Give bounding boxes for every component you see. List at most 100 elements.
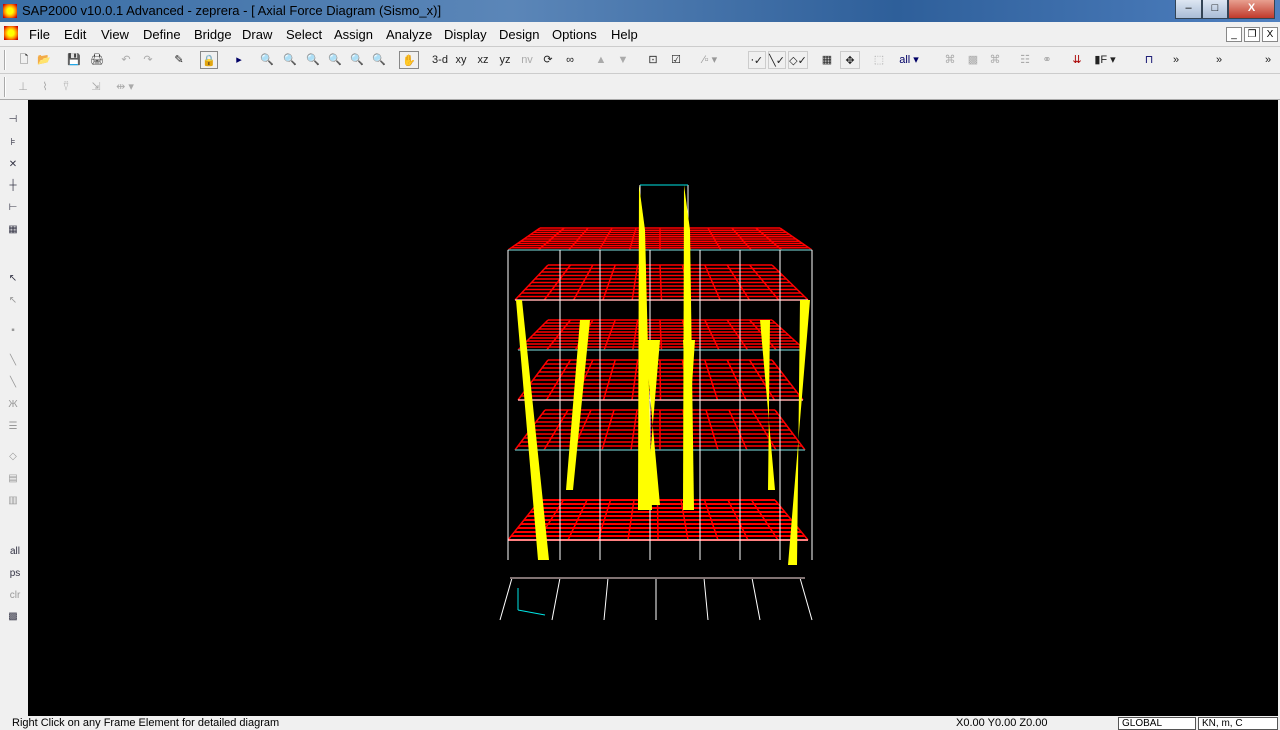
clear-selection-button[interactable]: clr [5,590,25,604]
zoom-out-icon[interactable]: 🔍 [348,51,366,69]
joint-load-icon[interactable]: ⇲ [86,78,106,96]
area-check-icon[interactable]: ◇✓ [788,51,808,69]
undo-icon[interactable]: ↶ [118,51,134,69]
pan-hand-icon[interactable]: ✋ [399,51,419,69]
view-yz-button[interactable]: yz [497,51,513,69]
pointer-icon[interactable]: ↖ [5,273,21,287]
poly-area-icon[interactable]: ◇ [5,451,21,465]
load-icon-5[interactable]: ⚭ [1038,51,1056,69]
run-analysis-icon[interactable]: ▸ [232,51,246,69]
down-arrow-icon[interactable]: ▼ [616,51,630,69]
coord-system-select[interactable]: GLOBAL [1118,717,1196,730]
draw-frame-icon[interactable]: ✕ [5,159,21,173]
maximize-button[interactable]: □ [1202,0,1228,19]
intersecting-line-icon[interactable]: ▩ [5,611,21,625]
load-icon-1[interactable]: ⌘ [940,51,960,69]
select-icon[interactable]: ⬚ [870,51,888,69]
toolbar-overflow-2[interactable]: » [1213,51,1225,69]
frame-check-icon[interactable]: ╲✓ [768,51,786,69]
base-column[interactable] [799,577,813,621]
model-view-canvas[interactable] [28,100,1278,716]
base-column[interactable] [751,577,761,621]
frame-release-icon[interactable]: ⇹ ▾ [110,78,140,96]
pan-zoom-icon[interactable]: 🔍 [370,51,388,69]
units-select[interactable]: KN, m, C [1198,717,1278,730]
shrink-objects-icon[interactable]: ⁄▫ ▾ [696,51,724,69]
joint-mass-icon[interactable]: ⍢ [58,78,74,96]
menu-display[interactable]: Display [444,27,487,42]
draw-tendon-icon[interactable]: ⊢ [5,202,21,216]
show-all-icon[interactable]: ⊡ [644,51,662,69]
menu-options[interactable]: Options [552,27,597,42]
zoom-previous-icon[interactable]: 🔍 [304,51,322,69]
pencil-icon[interactable]: ✎ [171,51,187,69]
minimize-button[interactable]: – [1175,0,1202,19]
menu-define[interactable]: Define [143,27,181,42]
zoom-restore-icon[interactable]: 🔍 [281,51,299,69]
zoom-in-icon[interactable]: 🔍 [326,51,344,69]
mdi-restore-button[interactable]: ❐ [1244,27,1260,42]
beam-diagram-line[interactable] [659,319,663,351]
axes-icon[interactable]: ✥ [840,51,860,69]
menu-view[interactable]: View [101,27,129,42]
redo-icon[interactable]: ↷ [140,51,156,69]
print-icon[interactable]: 🖨 [88,51,106,69]
menu-file[interactable]: File [29,27,50,42]
beam-diagram-line[interactable] [659,264,663,301]
frame-line-icon[interactable]: ╲ [5,355,21,369]
lock-icon[interactable]: 🔒 [200,51,218,69]
grid-icon[interactable]: ▦ [818,51,836,69]
base-column[interactable] [499,577,513,621]
menu-analyze[interactable]: Analyze [386,27,432,42]
draw-area-icon[interactable]: ▦ [5,224,21,238]
menu-assign[interactable]: Assign [334,27,373,42]
toolbar-overflow-3[interactable]: » [1262,51,1274,69]
close-button[interactable]: X [1228,0,1275,19]
view-nv-button[interactable]: nv [519,51,535,69]
open-folder-icon[interactable]: 📂 [36,51,52,69]
beam-diagram-line[interactable] [656,499,659,541]
menu-draw[interactable]: Draw [242,27,272,42]
menu-help[interactable]: Help [611,27,638,42]
special-joint-icon[interactable]: ▪ [5,325,21,339]
mdi-minimize-button[interactable]: _ [1226,27,1242,42]
base-column[interactable] [551,577,561,621]
menu-select[interactable]: Select [286,27,322,42]
axis-x[interactable] [517,609,546,616]
quick-area-icon[interactable]: ▥ [5,495,21,509]
reshape-icon[interactable]: ⊣ [5,114,21,128]
up-arrow-icon[interactable]: ▲ [594,51,608,69]
draw-cable-icon[interactable]: ┼ [5,180,21,194]
deformed-shape-icon[interactable]: ⇊ [1067,51,1087,69]
base-column[interactable] [603,577,609,621]
quick-frame-icon[interactable]: ╲ [5,377,21,391]
rect-area-icon[interactable]: ▤ [5,473,21,487]
section-cut-icon[interactable]: ⊓ [1140,51,1158,69]
column-axial-force-bar[interactable] [566,320,590,490]
load-icon-2[interactable]: ▩ [964,51,982,69]
joint-check-icon[interactable]: ⸱✓ [748,51,766,69]
menu-design[interactable]: Design [499,27,539,42]
beam-diagram-line[interactable] [659,359,662,401]
mdi-close-button[interactable]: X [1262,27,1278,42]
save-icon[interactable]: 💾 [66,51,82,69]
set-display-options-icon[interactable]: ☑ [668,51,684,69]
menu-edit[interactable]: Edit [64,27,86,42]
select-all-button[interactable]: all [5,546,25,560]
force-diagram-icon[interactable]: ▮F ▾ [1090,51,1120,69]
reshape-pointer-icon[interactable]: ↖ [5,295,21,309]
link-icon[interactable]: ☰ [5,421,21,435]
document-icon[interactable] [4,26,18,40]
previous-selection-button[interactable]: ps [5,568,25,582]
zoom-window-icon[interactable]: 🔍 [258,51,276,69]
view-3d-button[interactable]: 3-d [430,51,450,69]
select-all-icon[interactable]: all ▾ [894,51,924,69]
load-icon-4[interactable]: ☷ [1016,51,1034,69]
load-icon-3[interactable]: ⌘ [986,51,1004,69]
view-xy-button[interactable]: xy [453,51,469,69]
new-file-icon[interactable]: 🗋 [16,51,32,69]
view-xz-button[interactable]: xz [475,51,491,69]
brace-icon[interactable]: Ж [5,399,21,413]
perspective-icon[interactable]: ∞ [560,51,580,69]
draw-joint-icon[interactable]: ⊧ [5,137,21,151]
